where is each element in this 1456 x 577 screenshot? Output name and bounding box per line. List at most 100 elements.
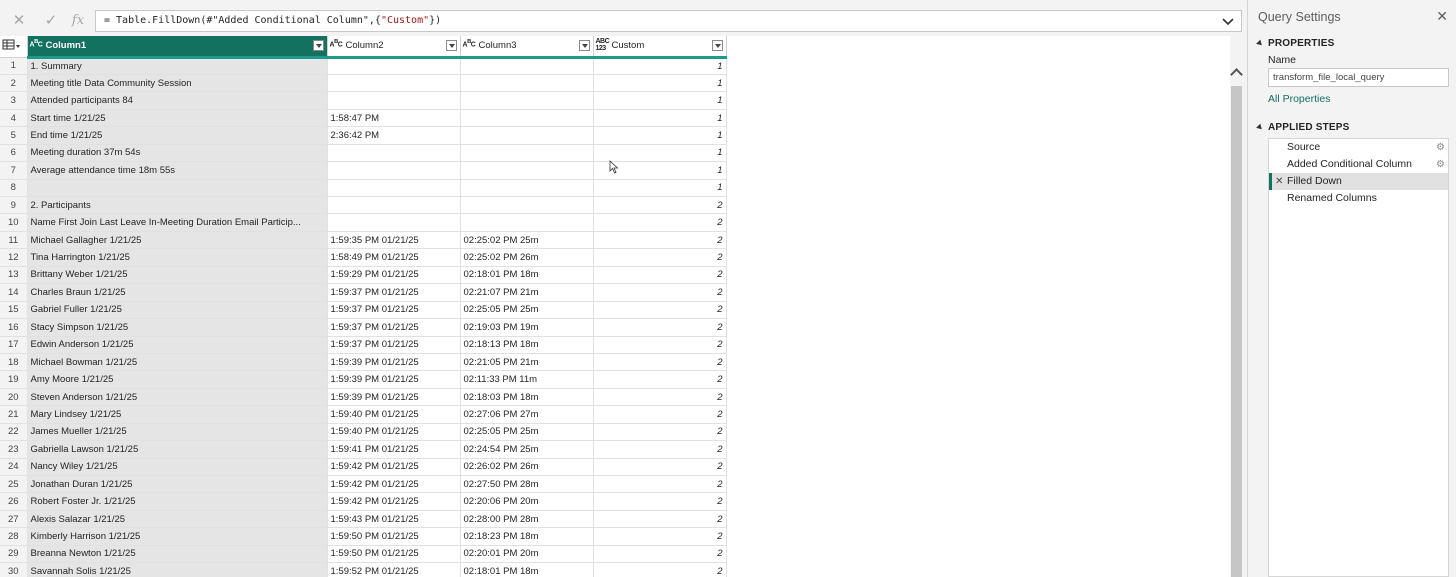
cell-column1[interactable]: Jonathan Duran 1/21/25 bbox=[27, 475, 328, 494]
formula-input[interactable]: = Table.FillDown(#"Added Conditional Col… bbox=[95, 10, 1242, 32]
table-row[interactable]: 15 Gabriel Fuller 1/21/25 1:59:37 PM 01/21… bbox=[0, 301, 1230, 320]
cell-column2[interactable]: 1:59:43 PM 01/21/25 bbox=[327, 510, 461, 529]
cell-column1[interactable]: Meeting duration 37m 54s bbox=[27, 144, 328, 163]
filter-dropdown-button[interactable] bbox=[578, 40, 590, 51]
table-row[interactable]: 19 Amy Moore 1/21/25 1:59:39 PM 01/21/25 02… bbox=[0, 370, 1230, 389]
table-row[interactable]: 26 Robert Foster Jr. 1/21/25 1:59:42 PM 01… bbox=[0, 492, 1230, 511]
fx-icon[interactable]: fx bbox=[68, 11, 88, 31]
cell-column2[interactable]: 2:36:42 PM bbox=[327, 126, 461, 145]
applied-step-item[interactable]: ✕ Filled Down bbox=[1269, 173, 1448, 190]
cell-column2[interactable] bbox=[327, 161, 461, 180]
cell-column3[interactable] bbox=[460, 109, 594, 128]
cell-column1[interactable]: Meeting title Data Community Session bbox=[27, 74, 328, 93]
cell-column1[interactable]: Kimberly Harrison 1/21/25 bbox=[27, 527, 328, 546]
cell-custom[interactable]: 2 bbox=[593, 388, 727, 407]
cell-column1[interactable]: Stacy Simpson 1/21/25 bbox=[27, 318, 328, 337]
delete-step-icon[interactable]: ✕ bbox=[1275, 173, 1283, 190]
text-type-icon[interactable]: ABC bbox=[330, 39, 343, 48]
step-settings-gear-icon[interactable]: ⚙ bbox=[1436, 156, 1445, 173]
cell-custom[interactable]: 2 bbox=[593, 510, 727, 529]
any-type-icon[interactable]: ABC 123 bbox=[596, 38, 610, 52]
row-number[interactable]: 30 bbox=[0, 562, 28, 577]
cell-custom[interactable]: 2 bbox=[593, 423, 727, 442]
table-row[interactable]: 1 1. Summary 1 bbox=[0, 57, 1230, 75]
cell-custom[interactable]: 2 bbox=[593, 336, 727, 354]
cell-column2[interactable] bbox=[327, 57, 461, 75]
cell-column3[interactable]: 02:11:33 PM 11m bbox=[460, 370, 594, 389]
cell-custom[interactable]: 2 bbox=[593, 318, 727, 337]
cell-custom[interactable]: 2 bbox=[593, 475, 727, 494]
cell-column1[interactable]: Steven Anderson 1/21/25 bbox=[27, 388, 328, 407]
row-number[interactable]: 4 bbox=[0, 109, 28, 128]
cell-column1[interactable]: Nancy Wiley 1/21/25 bbox=[27, 458, 328, 477]
cell-column2[interactable] bbox=[327, 213, 461, 232]
cell-column3[interactable]: 02:20:06 PM 20m bbox=[460, 492, 594, 511]
cell-column3[interactable]: 02:19:03 PM 19m bbox=[460, 318, 594, 337]
table-row[interactable]: 3 Attended participants 84 1 bbox=[0, 91, 1230, 110]
table-row[interactable]: 12 Tina Harrington 1/21/25 1:58:49 PM 01/2… bbox=[0, 248, 1230, 267]
column-header-custom[interactable]: ABC 123 Custom bbox=[593, 36, 727, 59]
row-number[interactable]: 2 bbox=[0, 74, 28, 93]
vertical-scrollbar[interactable] bbox=[1230, 36, 1243, 577]
cell-custom[interactable]: 1 bbox=[593, 126, 727, 145]
cell-column3[interactable]: 02:26:02 PM 26m bbox=[460, 458, 594, 477]
cell-column2[interactable]: 1:59:40 PM 01/21/25 bbox=[327, 405, 461, 424]
cell-custom[interactable]: 2 bbox=[593, 545, 727, 564]
cell-custom[interactable]: 2 bbox=[593, 196, 727, 215]
row-number[interactable]: 20 bbox=[0, 388, 28, 407]
row-number[interactable]: 10 bbox=[0, 213, 28, 232]
row-number[interactable]: 26 bbox=[0, 492, 28, 511]
cell-column3[interactable]: 02:24:54 PM 25m bbox=[460, 440, 594, 459]
cell-column3[interactable] bbox=[460, 57, 594, 75]
cell-custom[interactable]: 1 bbox=[593, 109, 727, 128]
table-row[interactable]: 21 Mary Lindsey 1/21/25 1:59:40 PM 01/21/2… bbox=[0, 405, 1230, 424]
table-row[interactable]: 4 Start time 1/21/25 1:58:47 PM 1 bbox=[0, 109, 1230, 128]
cell-column3[interactable]: 02:18:01 PM 18m bbox=[460, 562, 594, 577]
cell-custom[interactable]: 2 bbox=[593, 266, 727, 285]
row-number[interactable]: 7 bbox=[0, 161, 28, 180]
cell-custom[interactable]: 2 bbox=[593, 527, 727, 546]
table-row[interactable]: 6 Meeting duration 37m 54s 1 bbox=[0, 144, 1230, 163]
table-row[interactable]: 23 Gabriella Lawson 1/21/25 1:59:41 PM 01/… bbox=[0, 440, 1230, 459]
table-row[interactable]: 14 Charles Braun 1/21/25 1:59:37 PM 01/21/… bbox=[0, 283, 1230, 302]
table-row[interactable]: 18 Michael Bowman 1/21/25 1:59:39 PM 01/21… bbox=[0, 353, 1230, 372]
cell-column1[interactable]: Name First Join Last Leave In-Meeting Du… bbox=[27, 213, 328, 232]
cell-column3[interactable] bbox=[460, 161, 594, 180]
commit-formula-icon[interactable]: ✓ bbox=[41, 11, 61, 31]
table-row[interactable]: 5 End time 1/21/25 2:36:42 PM 1 bbox=[0, 126, 1230, 145]
cell-column2[interactable]: 1:59:42 PM 01/21/25 bbox=[327, 458, 461, 477]
row-number[interactable]: 21 bbox=[0, 405, 28, 424]
applied-steps-section-header[interactable]: APPLIED STEPS bbox=[1256, 122, 1350, 133]
cancel-formula-icon[interactable]: ✕ bbox=[9, 11, 29, 31]
cell-column1[interactable]: Mary Lindsey 1/21/25 bbox=[27, 405, 328, 424]
cell-column3[interactable] bbox=[460, 213, 594, 232]
scrollbar-thumb[interactable] bbox=[1231, 86, 1242, 577]
scroll-up-arrow-icon[interactable] bbox=[1230, 68, 1243, 81]
table-row[interactable]: 10 Name First Join Last Leave In-Meeting … bbox=[0, 213, 1230, 232]
cell-column2[interactable]: 1:59:50 PM 01/21/25 bbox=[327, 545, 461, 564]
cell-custom[interactable]: 2 bbox=[593, 301, 727, 320]
cell-column2[interactable]: 1:59:42 PM 01/21/25 bbox=[327, 492, 461, 511]
cell-column1[interactable]: Michael Gallagher 1/21/25 bbox=[27, 231, 328, 250]
cell-column1[interactable]: Average attendance time 18m 55s bbox=[27, 161, 328, 180]
row-number[interactable]: 18 bbox=[0, 353, 28, 372]
cell-column1[interactable]: End time 1/21/25 bbox=[27, 126, 328, 145]
text-type-icon[interactable]: ABC bbox=[463, 39, 476, 48]
filter-dropdown-button[interactable] bbox=[445, 40, 457, 51]
table-row[interactable]: 28 Kimberly Harrison 1/21/25 1:59:50 PM 01… bbox=[0, 527, 1230, 546]
row-number[interactable]: 22 bbox=[0, 423, 28, 442]
row-number[interactable]: 28 bbox=[0, 527, 28, 546]
cell-column1[interactable]: Start time 1/21/25 bbox=[27, 109, 328, 128]
cell-custom[interactable]: 2 bbox=[593, 213, 727, 232]
filter-dropdown-button[interactable] bbox=[711, 40, 723, 51]
cell-column3[interactable]: 02:25:02 PM 26m bbox=[460, 248, 594, 267]
cell-custom[interactable]: 2 bbox=[593, 458, 727, 477]
column-header-column3[interactable]: ABC Column3 bbox=[460, 36, 594, 59]
table-row[interactable]: 24 Nancy Wiley 1/21/25 1:59:42 PM 01/21/25… bbox=[0, 458, 1230, 477]
cell-custom[interactable]: 1 bbox=[593, 179, 727, 198]
table-row[interactable]: 29 Breanna Newton 1/21/25 1:59:50 PM 01/21… bbox=[0, 545, 1230, 564]
cell-column1[interactable]: Gabriella Lawson 1/21/25 bbox=[27, 440, 328, 459]
row-number[interactable]: 16 bbox=[0, 318, 28, 337]
cell-column3[interactable]: 02:25:05 PM 25m bbox=[460, 423, 594, 442]
table-row[interactable]: 17 Edwin Anderson 1/21/25 1:59:37 PM 01/21… bbox=[0, 336, 1230, 354]
